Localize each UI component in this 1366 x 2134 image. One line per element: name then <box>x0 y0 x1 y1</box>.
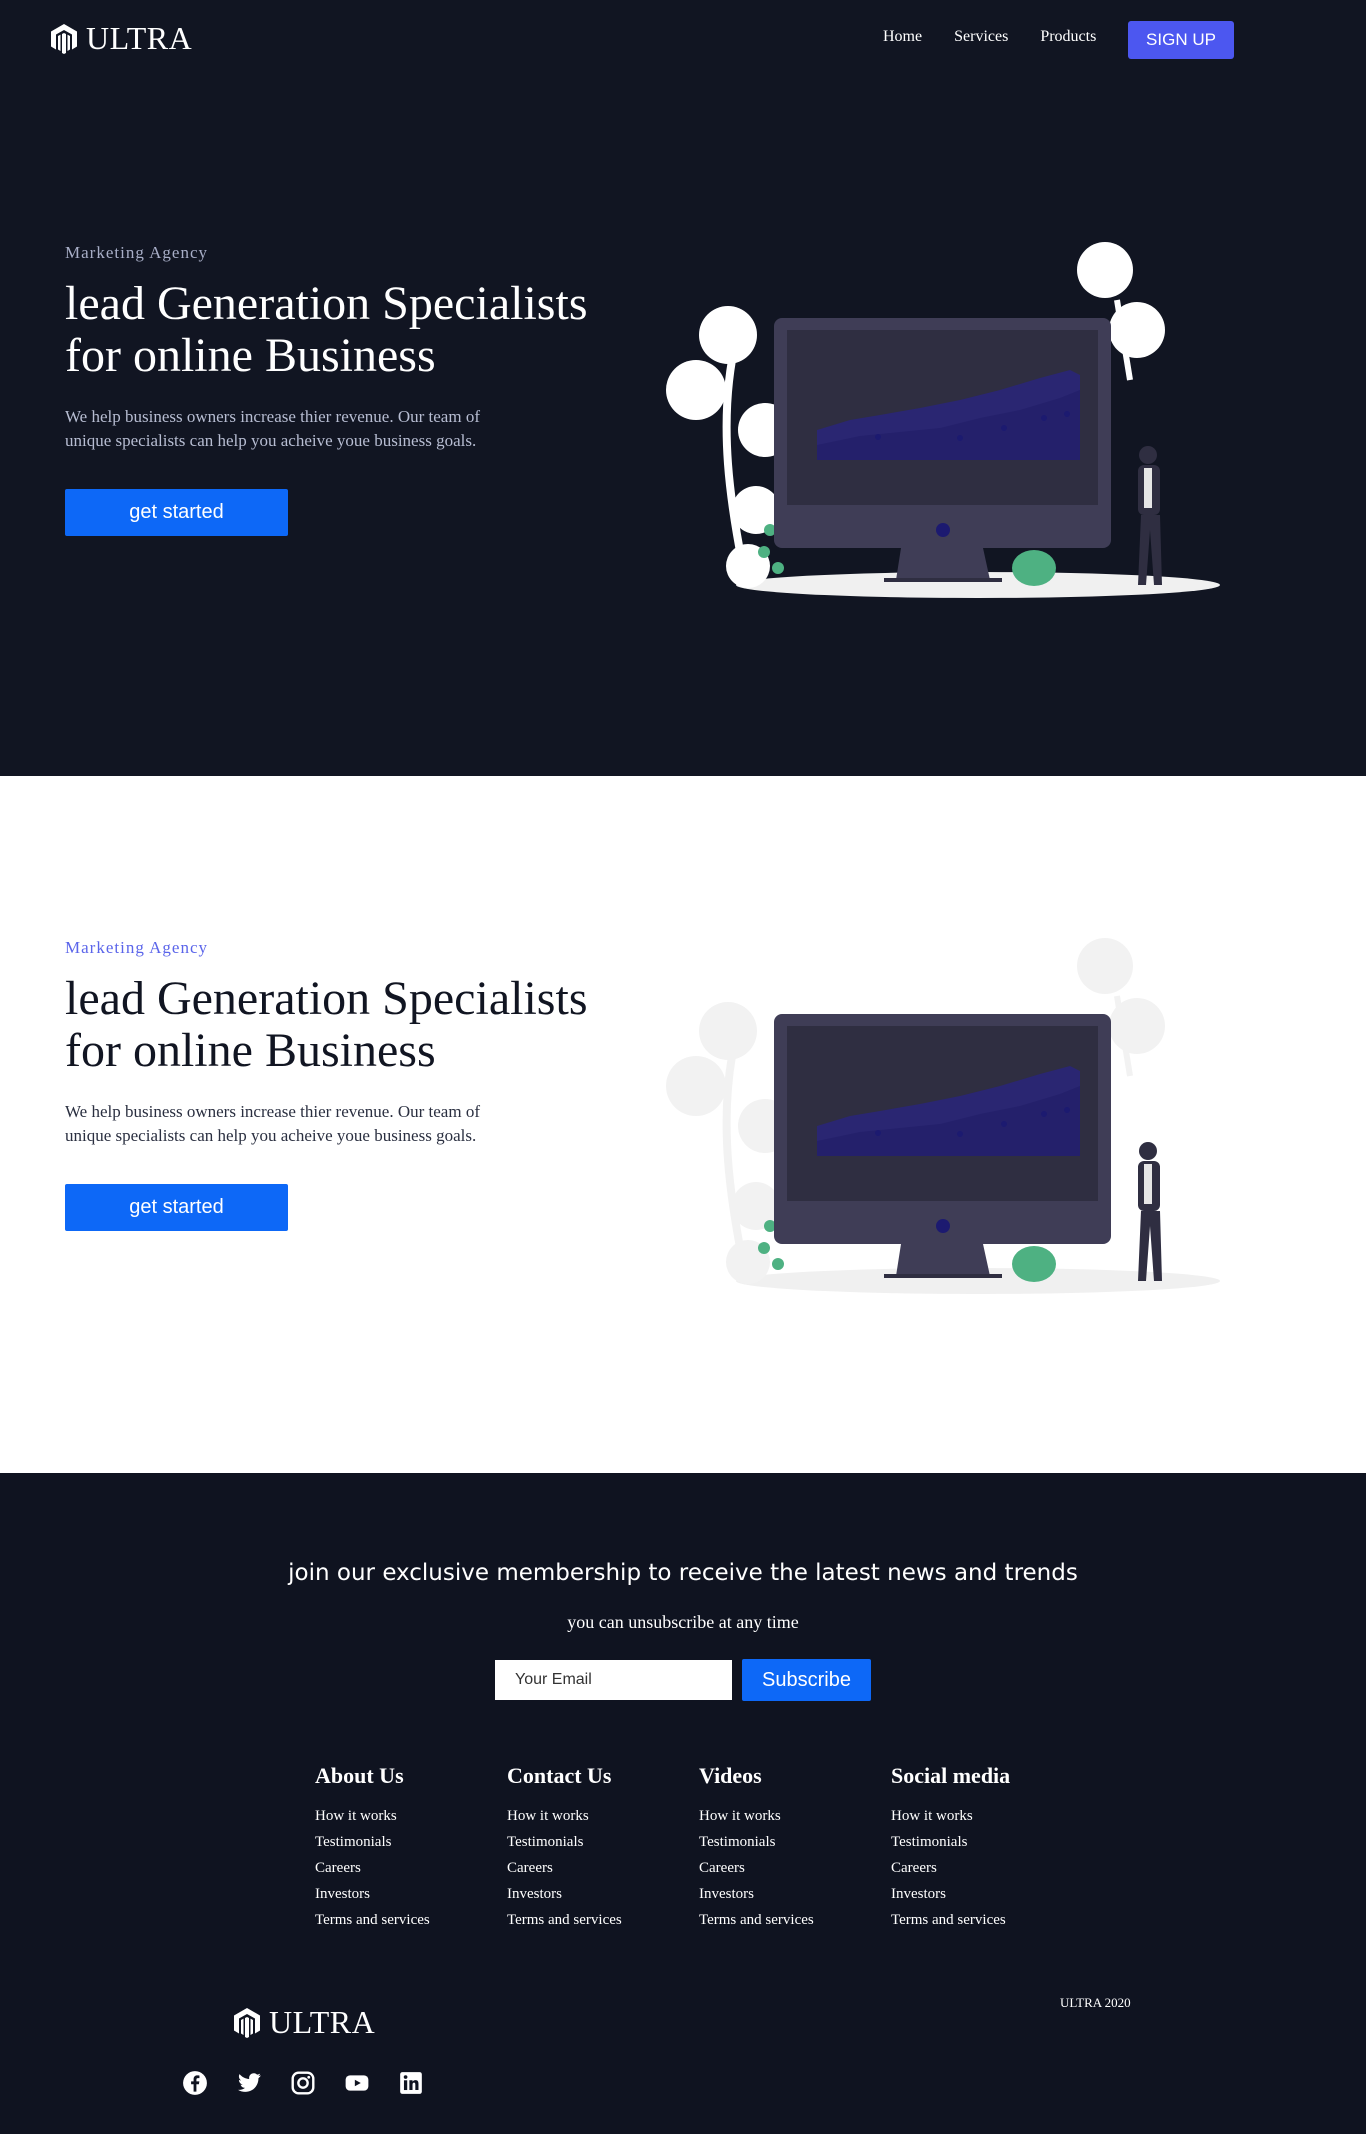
footer-link[interactable]: Terms and services <box>891 1907 1083 1933</box>
footer-link[interactable]: Testimonials <box>315 1829 507 1855</box>
footer-column-title: Contact Us <box>507 1763 612 1788</box>
hero-title-line2: for online Business <box>65 1024 436 1077</box>
footer-link[interactable]: Investors <box>699 1881 891 1907</box>
linkedin-icon[interactable] <box>398 2070 424 2096</box>
footer-link[interactable]: Careers <box>891 1855 1083 1881</box>
footer-column-contact: Contact Us How it works Testimonials Car… <box>507 1763 699 1933</box>
magento-logo-icon <box>234 2007 260 2038</box>
footer-column-about: About Us How it works Testimonials Caree… <box>315 1763 507 1933</box>
signup-button[interactable]: SIGN UP <box>1128 21 1234 59</box>
footer-column-social: Social media How it works Testimonials C… <box>891 1763 1083 1933</box>
footer-link[interactable]: Terms and services <box>315 1907 507 1933</box>
youtube-icon[interactable] <box>344 2070 370 2096</box>
footer-column-videos: Videos How it works Testimonials Careers… <box>699 1763 891 1933</box>
top-nav: ULTRA Home Services Products SIGN UP <box>0 0 1366 80</box>
dashboard-illustration <box>666 242 1220 598</box>
footer-link[interactable]: Terms and services <box>507 1907 699 1933</box>
footer-link[interactable]: Testimonials <box>699 1829 891 1855</box>
hero-section-dark: Marketing Agency lead Generation Special… <box>0 80 1366 776</box>
footer-link[interactable]: How it works <box>891 1803 1083 1829</box>
brand-name: ULTRA <box>86 20 193 56</box>
nav-link-products[interactable]: Products <box>1040 28 1096 46</box>
footer-link[interactable]: Careers <box>507 1855 699 1881</box>
email-input[interactable] <box>495 1660 732 1700</box>
brand-logo[interactable]: ULTRA <box>50 20 192 57</box>
hero-title: lead Generation Specialists for online B… <box>65 973 625 1077</box>
footer-link[interactable]: How it works <box>315 1803 507 1829</box>
footer-brand-name: ULTRA <box>269 2004 376 2040</box>
footer-link[interactable]: Testimonials <box>507 1829 699 1855</box>
hero-description: We help business owners increase thier r… <box>65 1100 525 1148</box>
subscribe-button[interactable]: Subscribe <box>742 1659 871 1701</box>
footer-link[interactable]: Investors <box>315 1881 507 1907</box>
footer-brand-logo[interactable]: ULTRA <box>233 2004 375 2041</box>
footer-column-title: Social media <box>891 1763 1011 1788</box>
footer-link[interactable]: How it works <box>507 1803 699 1829</box>
footer-link[interactable]: Careers <box>699 1855 891 1881</box>
newsletter-subtitle: you can unsubscribe at any time <box>567 1612 799 1632</box>
hero-title-line2: for online Business <box>65 329 436 382</box>
nav-link-home[interactable]: Home <box>883 28 922 46</box>
footer-link[interactable]: Investors <box>507 1881 699 1907</box>
footer-column-title: About Us <box>315 1763 404 1788</box>
hero-title: lead Generation Specialists for online B… <box>65 278 625 382</box>
newsletter-title: join our exclusive membership to receive… <box>288 1560 1078 1586</box>
hero-eyebrow: Marketing Agency <box>65 243 208 262</box>
hero-title-line1: lead Generation Specialists <box>65 972 588 1025</box>
hero-title-line1: lead Generation Specialists <box>65 277 588 330</box>
hero-description: We help business owners increase thier r… <box>65 405 525 453</box>
magento-logo-icon <box>51 23 77 54</box>
copyright-text: ULTRA 2020 <box>1060 1995 1131 2010</box>
twitter-icon[interactable] <box>236 2070 262 2096</box>
social-icons <box>182 2070 424 2096</box>
hero-eyebrow: Marketing Agency <box>65 938 208 957</box>
nav-link-services[interactable]: Services <box>954 28 1008 46</box>
hero-text-line1: We help business owners increase thier r… <box>65 407 480 426</box>
hero-text-line2: unique specialists can help you acheive … <box>65 1126 477 1145</box>
footer-link[interactable]: Investors <box>891 1881 1083 1907</box>
facebook-icon[interactable] <box>182 2070 208 2096</box>
footer-column-title: Videos <box>699 1763 762 1788</box>
hero-section-light: Marketing Agency lead Generation Special… <box>0 776 1366 1473</box>
nav-links: Home Services Products <box>883 28 1096 46</box>
hero-text-line2: unique specialists can help you acheive … <box>65 431 477 450</box>
footer-link[interactable]: How it works <box>699 1803 891 1829</box>
instagram-icon[interactable] <box>290 2070 316 2096</box>
dashboard-illustration <box>666 938 1220 1294</box>
get-started-button[interactable]: get started <box>65 489 288 536</box>
footer-link[interactable]: Testimonials <box>891 1829 1083 1855</box>
hero-text-line1: We help business owners increase thier r… <box>65 1102 480 1121</box>
footer-columns: About Us How it works Testimonials Caree… <box>315 1763 1083 1933</box>
get-started-button[interactable]: get started <box>65 1184 288 1231</box>
footer-link[interactable]: Careers <box>315 1855 507 1881</box>
footer-link[interactable]: Terms and services <box>699 1907 891 1933</box>
